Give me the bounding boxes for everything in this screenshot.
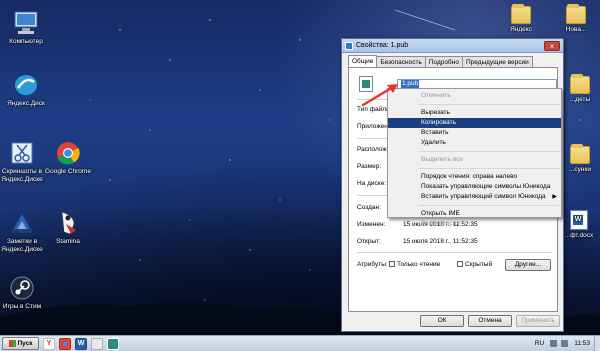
menu-separator bbox=[418, 151, 559, 152]
menu-item-insert-unicode-control[interactable]: Вставить управляющий символ Юникода ▶ bbox=[388, 192, 561, 202]
ok-button[interactable]: ОК bbox=[420, 315, 464, 327]
readonly-checkbox[interactable]: Только чтение bbox=[389, 261, 440, 268]
start-label: Пуск bbox=[17, 340, 33, 347]
menu-item-select-all[interactable]: Выделить все bbox=[388, 155, 561, 165]
menu-item-undo[interactable]: Отменить bbox=[388, 91, 561, 101]
checkbox-box bbox=[389, 261, 395, 267]
explorer-icon[interactable] bbox=[91, 337, 103, 350]
modified-label: Изменен: bbox=[357, 221, 386, 228]
chrome-icon[interactable] bbox=[59, 337, 71, 350]
desktop-icon-drawings[interactable]: ...сунки bbox=[560, 144, 600, 174]
size-label: Размер: bbox=[357, 163, 382, 170]
desktop-icon-children[interactable]: ...деты bbox=[560, 74, 600, 104]
menu-item-label: Вставить управляющий символ Юникода bbox=[421, 193, 546, 200]
menu-item-cut[interactable]: Вырезать bbox=[388, 108, 561, 118]
system-tray: RU 11:53 bbox=[535, 336, 600, 351]
checkbox-box bbox=[457, 261, 463, 267]
dialog-title: Свойства: 1.pub bbox=[356, 42, 409, 49]
opened-label: Открыт: bbox=[357, 238, 381, 245]
hidden-label: Скрытый bbox=[465, 261, 493, 268]
readonly-label: Только чтение bbox=[397, 261, 441, 268]
desktop-icon-label: ...фт.docx bbox=[564, 232, 594, 239]
language-indicator[interactable]: RU bbox=[535, 340, 544, 347]
divider bbox=[357, 252, 552, 253]
windows-logo-icon bbox=[8, 340, 16, 347]
context-menu[interactable]: Отменить Вырезать Копировать Вставить Уд… bbox=[387, 88, 562, 227]
menu-item-rtl-reading-order[interactable]: Порядок чтения: справа налево bbox=[388, 172, 561, 182]
file-properties-icon bbox=[345, 41, 353, 50]
scissors-icon bbox=[8, 140, 36, 166]
close-button[interactable]: × bbox=[544, 40, 560, 51]
desktop-icon-label: Яндекс.Диск bbox=[7, 100, 45, 107]
folder-icon bbox=[566, 4, 586, 24]
desktop-icon-label: Google Chrome bbox=[45, 168, 91, 175]
desktop-icon-label: Нова... bbox=[565, 26, 587, 33]
word-icon[interactable]: W bbox=[75, 337, 87, 350]
cancel-button[interactable]: Отмена bbox=[468, 315, 512, 327]
steam-icon bbox=[8, 275, 36, 301]
menu-item-copy[interactable]: Копировать bbox=[388, 118, 561, 128]
folder-icon bbox=[570, 74, 590, 94]
stamina-icon bbox=[54, 210, 82, 236]
menu-item-reconversion[interactable]: Реконверсия bbox=[388, 219, 561, 229]
menu-item-delete[interactable]: Удалить bbox=[388, 138, 561, 148]
annotation-arrow-icon bbox=[361, 84, 398, 107]
desktop-icon-new-folder[interactable]: Нова... bbox=[554, 4, 598, 34]
folder-icon bbox=[570, 144, 590, 164]
desktop-icon-label: ...сунки bbox=[569, 166, 591, 173]
publisher-icon[interactable] bbox=[107, 337, 119, 350]
menu-separator bbox=[418, 205, 559, 206]
clock[interactable]: 11:53 bbox=[574, 340, 590, 347]
attributes-label: Атрибуты: bbox=[357, 261, 388, 268]
desktop-icon-label: Яндекс bbox=[510, 26, 532, 33]
computer-icon bbox=[12, 10, 40, 36]
desktop-icon-google-chrome[interactable]: Google Chrome bbox=[40, 140, 96, 176]
opened-value: 15 июля 2018 г., 11:52:35 bbox=[403, 238, 478, 245]
desktop-icon-label: Stamina bbox=[56, 238, 80, 245]
word-document-icon: W bbox=[570, 210, 588, 230]
desktop-icon-stamina[interactable]: Stamina bbox=[40, 210, 96, 246]
folder-icon bbox=[511, 4, 531, 24]
apply-button[interactable]: Применить bbox=[516, 315, 560, 327]
menu-item-paste[interactable]: Вставить bbox=[388, 128, 561, 138]
desktop-icon-label: Игры в Стим bbox=[2, 303, 42, 310]
desktop-icon-label: ...деты bbox=[569, 96, 591, 103]
volume-icon[interactable] bbox=[561, 340, 569, 347]
desktop-icon-steam[interactable]: Игры в Стим bbox=[0, 275, 50, 311]
desktop-icon-label: Компьютер bbox=[9, 38, 43, 45]
menu-item-open-ime[interactable]: Открыть IME bbox=[388, 209, 561, 219]
desktop-icon-yandex[interactable]: Яндекс bbox=[506, 4, 536, 34]
menu-separator bbox=[418, 168, 559, 169]
yandex-browser-icon[interactable]: Y bbox=[43, 337, 55, 350]
submenu-arrow-icon: ▶ bbox=[552, 194, 557, 200]
size-on-disk-label: На диске: bbox=[357, 180, 387, 187]
desktop-icon-yandex-disk[interactable]: Яндекс.Диск bbox=[0, 72, 54, 108]
show-desktop-button[interactable] bbox=[594, 336, 600, 351]
start-button[interactable]: Пуск bbox=[2, 337, 39, 350]
menu-separator bbox=[418, 104, 559, 105]
dialog-titlebar[interactable]: Свойства: 1.pub × bbox=[342, 39, 563, 53]
yandex-disk-icon bbox=[12, 72, 40, 98]
desktop-icon-computer[interactable]: Компьютер bbox=[0, 10, 54, 46]
created-label: Создан: bbox=[357, 204, 381, 211]
chrome-icon bbox=[54, 140, 82, 166]
other-attributes-button[interactable]: Другие... bbox=[505, 259, 551, 271]
filename-selection: 1.pub bbox=[401, 80, 420, 88]
hidden-checkbox[interactable]: Скрытый bbox=[457, 261, 492, 268]
notes-icon bbox=[8, 210, 36, 236]
desktop-icon-docx[interactable]: W ...фт.docx bbox=[558, 210, 600, 240]
network-icon[interactable] bbox=[550, 340, 558, 347]
menu-item-show-unicode-control[interactable]: Показать управляющие символы Юникода bbox=[388, 182, 561, 192]
taskbar: Пуск Y W RU 11:53 bbox=[0, 335, 600, 351]
